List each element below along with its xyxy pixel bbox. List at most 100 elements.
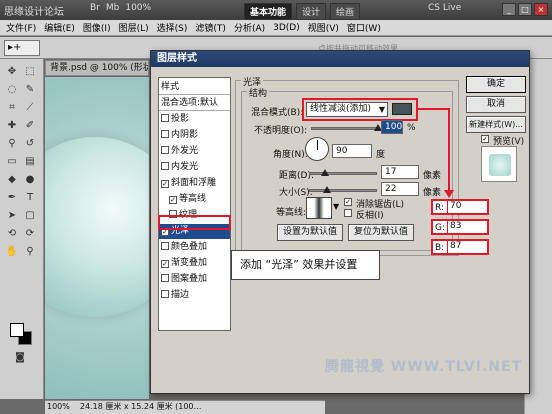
annotation-line-horizontal	[417, 108, 450, 110]
style-item-drop-shadow[interactable]: 投影	[159, 112, 230, 127]
style-checkbox[interactable]	[161, 114, 169, 122]
cs-live-button[interactable]: CS Live	[428, 3, 461, 13]
angle-dial-icon[interactable]	[305, 137, 329, 161]
document-canvas[interactable]	[45, 77, 149, 399]
history-brush-tool-icon[interactable]: ↺	[22, 137, 38, 151]
move-tool-icon[interactable]: ✥	[4, 65, 20, 79]
hand-tool-icon[interactable]: ✋	[4, 245, 20, 259]
style-item-outer-glow[interactable]: 外发光	[159, 144, 230, 159]
shape-tool-icon[interactable]: ▢	[22, 209, 38, 223]
style-item-inner-shadow[interactable]: 内阴影	[159, 128, 230, 143]
style-item-inner-glow[interactable]: 内发光	[159, 160, 230, 175]
document-tab[interactable]: 背景.psd @ 100% (形状	[45, 60, 149, 76]
style-checkbox[interactable]	[161, 146, 169, 154]
workspace-tab-design[interactable]: 设计	[296, 3, 327, 20]
minimize-button[interactable]: _	[502, 3, 516, 16]
distance-slider-track[interactable]	[309, 172, 377, 175]
new-style-button[interactable]: 新建样式(W)...	[466, 116, 526, 133]
zoom-level[interactable]: 100%	[125, 3, 151, 13]
menu-3d[interactable]: 3D(D)	[273, 23, 300, 33]
antialias-checkbox[interactable]: ✓	[344, 198, 352, 206]
eraser-tool-icon[interactable]: ▭	[4, 155, 20, 169]
rgb-green-value: 83	[447, 220, 487, 234]
menu-filter[interactable]: 滤镜(T)	[195, 21, 226, 34]
opacity-input[interactable]: 100	[381, 120, 403, 134]
contour-dropdown-arrow-icon[interactable]: ▼	[333, 202, 339, 211]
angle-input[interactable]: 90	[332, 144, 372, 158]
style-checkbox[interactable]: ✓	[169, 196, 177, 204]
style-item-pattern-overlay[interactable]: 图案叠加	[159, 272, 230, 287]
status-zoom[interactable]: 100%	[47, 401, 70, 414]
close-button[interactable]: ×	[534, 3, 548, 16]
tool-preset-picker[interactable]: ▸+	[4, 40, 40, 56]
dialog-title: 图层样式	[151, 51, 529, 67]
path-select-tool-icon[interactable]: ➤	[4, 209, 20, 223]
bridge-button[interactable]: Br	[90, 3, 100, 13]
style-checkbox[interactable]: ✓	[161, 180, 169, 188]
cancel-button[interactable]: 取消	[466, 96, 526, 113]
healing-brush-tool-icon[interactable]: ✚	[4, 119, 20, 133]
3d-orbit-tool-icon[interactable]: ⟳	[22, 227, 38, 241]
style-checkbox[interactable]: ✓	[161, 260, 169, 268]
style-checkbox[interactable]	[161, 274, 169, 282]
menu-layer[interactable]: 图层(L)	[119, 21, 149, 34]
style-checkbox[interactable]	[161, 162, 169, 170]
pen-tool-icon[interactable]: ✒	[4, 191, 20, 205]
menu-edit[interactable]: 编辑(E)	[44, 21, 75, 34]
structure-group-title: 结构	[247, 86, 270, 99]
quick-mask-icon[interactable]: ◙	[12, 351, 28, 365]
menu-file[interactable]: 文件(F)	[6, 21, 36, 34]
opacity-slider-track[interactable]	[311, 127, 379, 130]
zoom-tool-icon[interactable]: ⚲	[22, 245, 38, 259]
maximize-button[interactable]: □	[518, 3, 532, 16]
style-item-bevel-emboss[interactable]: ✓ 斜面和浮雕	[159, 176, 230, 191]
distance-slider-thumb[interactable]	[321, 169, 329, 176]
size-slider-track[interactable]	[309, 189, 377, 192]
size-unit: 像素	[423, 188, 442, 198]
foreground-color-swatch[interactable]	[10, 323, 24, 337]
minibridge-button[interactable]: Mb	[106, 3, 119, 13]
style-item-gradient-overlay[interactable]: ✓ 渐变叠加	[159, 256, 230, 271]
annotation-line-vertical	[448, 108, 450, 190]
menu-view[interactable]: 视图(V)	[308, 21, 339, 34]
style-checkbox[interactable]	[161, 290, 169, 298]
menu-image[interactable]: 图像(I)	[83, 21, 111, 34]
blend-options-item[interactable]: 混合选项:默认	[159, 96, 230, 111]
rgb-green-field: G: 83	[431, 219, 489, 235]
preview-checkbox[interactable]: ✓	[481, 135, 489, 143]
workspace-tab-essentials[interactable]: 基本功能	[244, 3, 293, 20]
invert-checkbox[interactable]	[344, 209, 352, 217]
opacity-unit: %	[407, 123, 416, 133]
menu-window[interactable]: 窗口(W)	[347, 21, 381, 34]
quick-select-tool-icon[interactable]: ✎	[22, 83, 38, 97]
menu-select[interactable]: 选择(S)	[157, 21, 188, 34]
style-item-stroke[interactable]: 描边	[159, 288, 230, 303]
make-default-button[interactable]: 设置为默认值	[277, 224, 343, 241]
distance-input[interactable]: 17	[381, 165, 419, 179]
lasso-tool-icon[interactable]: ◌	[4, 83, 20, 97]
3d-rotate-tool-icon[interactable]: ⟲	[4, 227, 20, 241]
size-slider-thumb[interactable]	[323, 186, 331, 193]
gradient-tool-icon[interactable]: ▤	[22, 155, 38, 169]
clone-stamp-tool-icon[interactable]: ⚲	[4, 137, 20, 151]
brush-tool-icon[interactable]: ✐	[22, 119, 38, 133]
style-item-color-overlay[interactable]: 颜色叠加	[159, 240, 230, 255]
style-checkbox[interactable]	[161, 242, 169, 250]
ok-button[interactable]: 确定	[466, 76, 526, 93]
style-item-contour[interactable]: ✓ 等高线	[159, 192, 230, 207]
size-input[interactable]: 22	[381, 182, 419, 196]
marquee-tool-icon[interactable]: ⬚	[22, 65, 38, 79]
blur-tool-icon[interactable]: ◆	[4, 173, 20, 187]
reset-default-button[interactable]: 复位为默认值	[348, 224, 414, 241]
eyedropper-tool-icon[interactable]: ⟋	[22, 101, 38, 115]
style-checkbox[interactable]	[161, 130, 169, 138]
menu-analysis[interactable]: 分析(A)	[234, 21, 265, 34]
styles-list-header[interactable]: 样式	[159, 80, 230, 95]
type-tool-icon[interactable]: T	[22, 191, 38, 205]
crop-tool-icon[interactable]: ⌗	[4, 101, 20, 115]
contour-picker[interactable]	[306, 197, 332, 219]
workspace-tab-painting[interactable]: 绘画	[330, 3, 361, 20]
dodge-tool-icon[interactable]: ●	[22, 173, 38, 187]
menu-bar: 文件(F) 编辑(E) 图像(I) 图层(L) 选择(S) 滤镜(T) 分析(A…	[0, 20, 552, 36]
status-doc-size: 24.18 厘米 x 15.24 厘米 (100…	[79, 402, 202, 411]
